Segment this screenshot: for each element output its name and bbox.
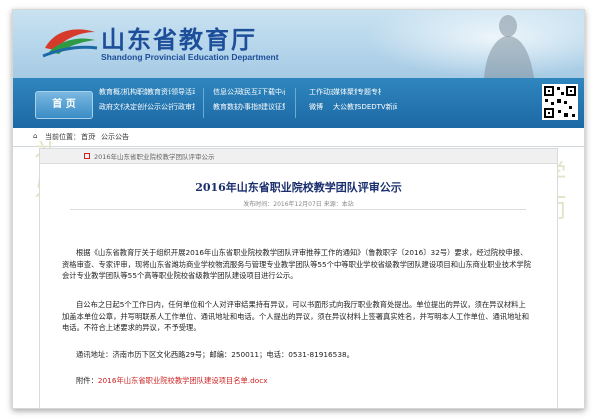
article-container: 2016年山东省职业院校教学团队评审公示 2016年山东省职业院校教学团队评审公…	[39, 148, 558, 408]
nav-item[interactable]: 政府文件	[99, 102, 123, 117]
nav-row: 工作动态 媒体聚焦 专题专栏	[309, 87, 397, 102]
nav-item[interactable]: 大公教育	[333, 102, 357, 117]
breadcrumb-separator: ›	[93, 132, 96, 140]
nav-item[interactable]: 决定创作	[123, 102, 147, 117]
nav-item[interactable]: 机构职能	[123, 87, 147, 102]
nav-item[interactable]: 公示公告	[147, 102, 171, 117]
home-icon: ⌂	[33, 132, 38, 140]
nav-group-2: 信息公开 政民互动 下载中心 教育数据 办事指南 建议征集	[213, 87, 285, 117]
article-subbar: 2016年山东省职业院校教学团队评审公示	[40, 149, 557, 164]
nav-row: 教育概况 机构职能 教育资讯 领导活动	[99, 87, 195, 102]
nav-item[interactable]: 工作动态	[309, 87, 333, 102]
nav-item[interactable]: 媒体聚焦	[333, 87, 357, 102]
bullet-icon	[84, 153, 90, 159]
article-paragraph: 根据《山东省教育厅关于组织开展2016年山东省职业院校教学团队评审推荐工作的通知…	[62, 248, 531, 280]
confucius-statue-image	[484, 15, 534, 78]
nav-item[interactable]: 教育数据	[213, 102, 237, 117]
site-header: 山东省教育厅 Shandong Provincial Education Dep…	[13, 10, 584, 78]
nav-item[interactable]: 专题专栏	[357, 87, 381, 102]
page-frame: 山东省教育厅 Shandong Provincial Education Dep…	[12, 9, 585, 409]
breadcrumb: ⌂ 当前位置： 首页 › 公示公告	[13, 128, 584, 147]
nav-item[interactable]: 教育资讯	[147, 87, 171, 102]
nav-item[interactable]: SDEDTV新闻	[357, 102, 397, 117]
breadcrumb-section-link[interactable]: 公示公告	[101, 132, 129, 142]
nav-divider	[295, 88, 296, 118]
article-paragraph: 自公布之日起5个工作日内，任何单位和个人对评审结果持有异议，可以书面形式向我厅职…	[62, 300, 529, 332]
attachment-label: 附件：	[76, 376, 98, 385]
nav-group-3: 工作动态 媒体聚焦 专题专栏 微博 大公教育 SDEDTV新闻	[309, 87, 397, 117]
site-logo-icon[interactable]	[41, 22, 99, 58]
nav-item[interactable]: 下载中心	[261, 87, 285, 102]
nav-row: 教育数据 办事指南 建议征集	[213, 102, 285, 117]
nav-item[interactable]: 微博	[309, 102, 333, 117]
nav-item[interactable]: 办事指南	[237, 102, 261, 117]
site-subtitle: Shandong Provincial Education Department	[101, 52, 279, 62]
nav-group-1: 教育概况 机构职能 教育资讯 领导活动 政府文件 决定创作 公示公告 行政审批	[99, 87, 195, 117]
attachment-line: 附件：2016年山东省职业院校教学团队建设项目名单.docx	[62, 375, 532, 387]
article-subbar-title: 2016年山东省职业院校教学团队评审公示	[94, 153, 215, 161]
nav-item[interactable]: 教育概况	[99, 87, 123, 102]
site-title[interactable]: 山东省教育厅	[101, 20, 257, 55]
nav-item[interactable]: 行政审批	[171, 102, 195, 117]
qr-code-icon[interactable]	[542, 84, 578, 120]
nav-item[interactable]: 信息公开	[213, 87, 237, 102]
nav-item[interactable]: 政民互动	[237, 87, 261, 102]
article-title: 2016年山东省职业院校教学团队评审公示	[195, 181, 402, 194]
article-meta: 发布时间：2016年12月07日 来源：本站	[243, 201, 354, 208]
nav-row: 政府文件 决定创作 公示公告 行政审批	[99, 102, 195, 117]
nav-home-button[interactable]: 首 页	[35, 91, 93, 119]
nav-row: 微博 大公教育 SDEDTV新闻	[309, 102, 397, 117]
nav-row: 信息公开 政民互动 下载中心	[213, 87, 285, 102]
attachment-link[interactable]: 2016年山东省职业院校教学团队建设项目名单.docx	[98, 376, 268, 385]
divider	[70, 209, 526, 210]
article-paragraph: 通讯地址：济南市历下区文化西路29号；邮编：250011；电话：0531-819…	[76, 350, 354, 359]
nav-item[interactable]: 领导活动	[171, 87, 195, 102]
main-nav: 首 页 教育概况 机构职能 教育资讯 领导活动 政府文件 决定创作 公示公告 行…	[13, 78, 584, 128]
nav-item[interactable]: 建议征集	[261, 102, 285, 117]
nav-divider	[203, 88, 204, 118]
